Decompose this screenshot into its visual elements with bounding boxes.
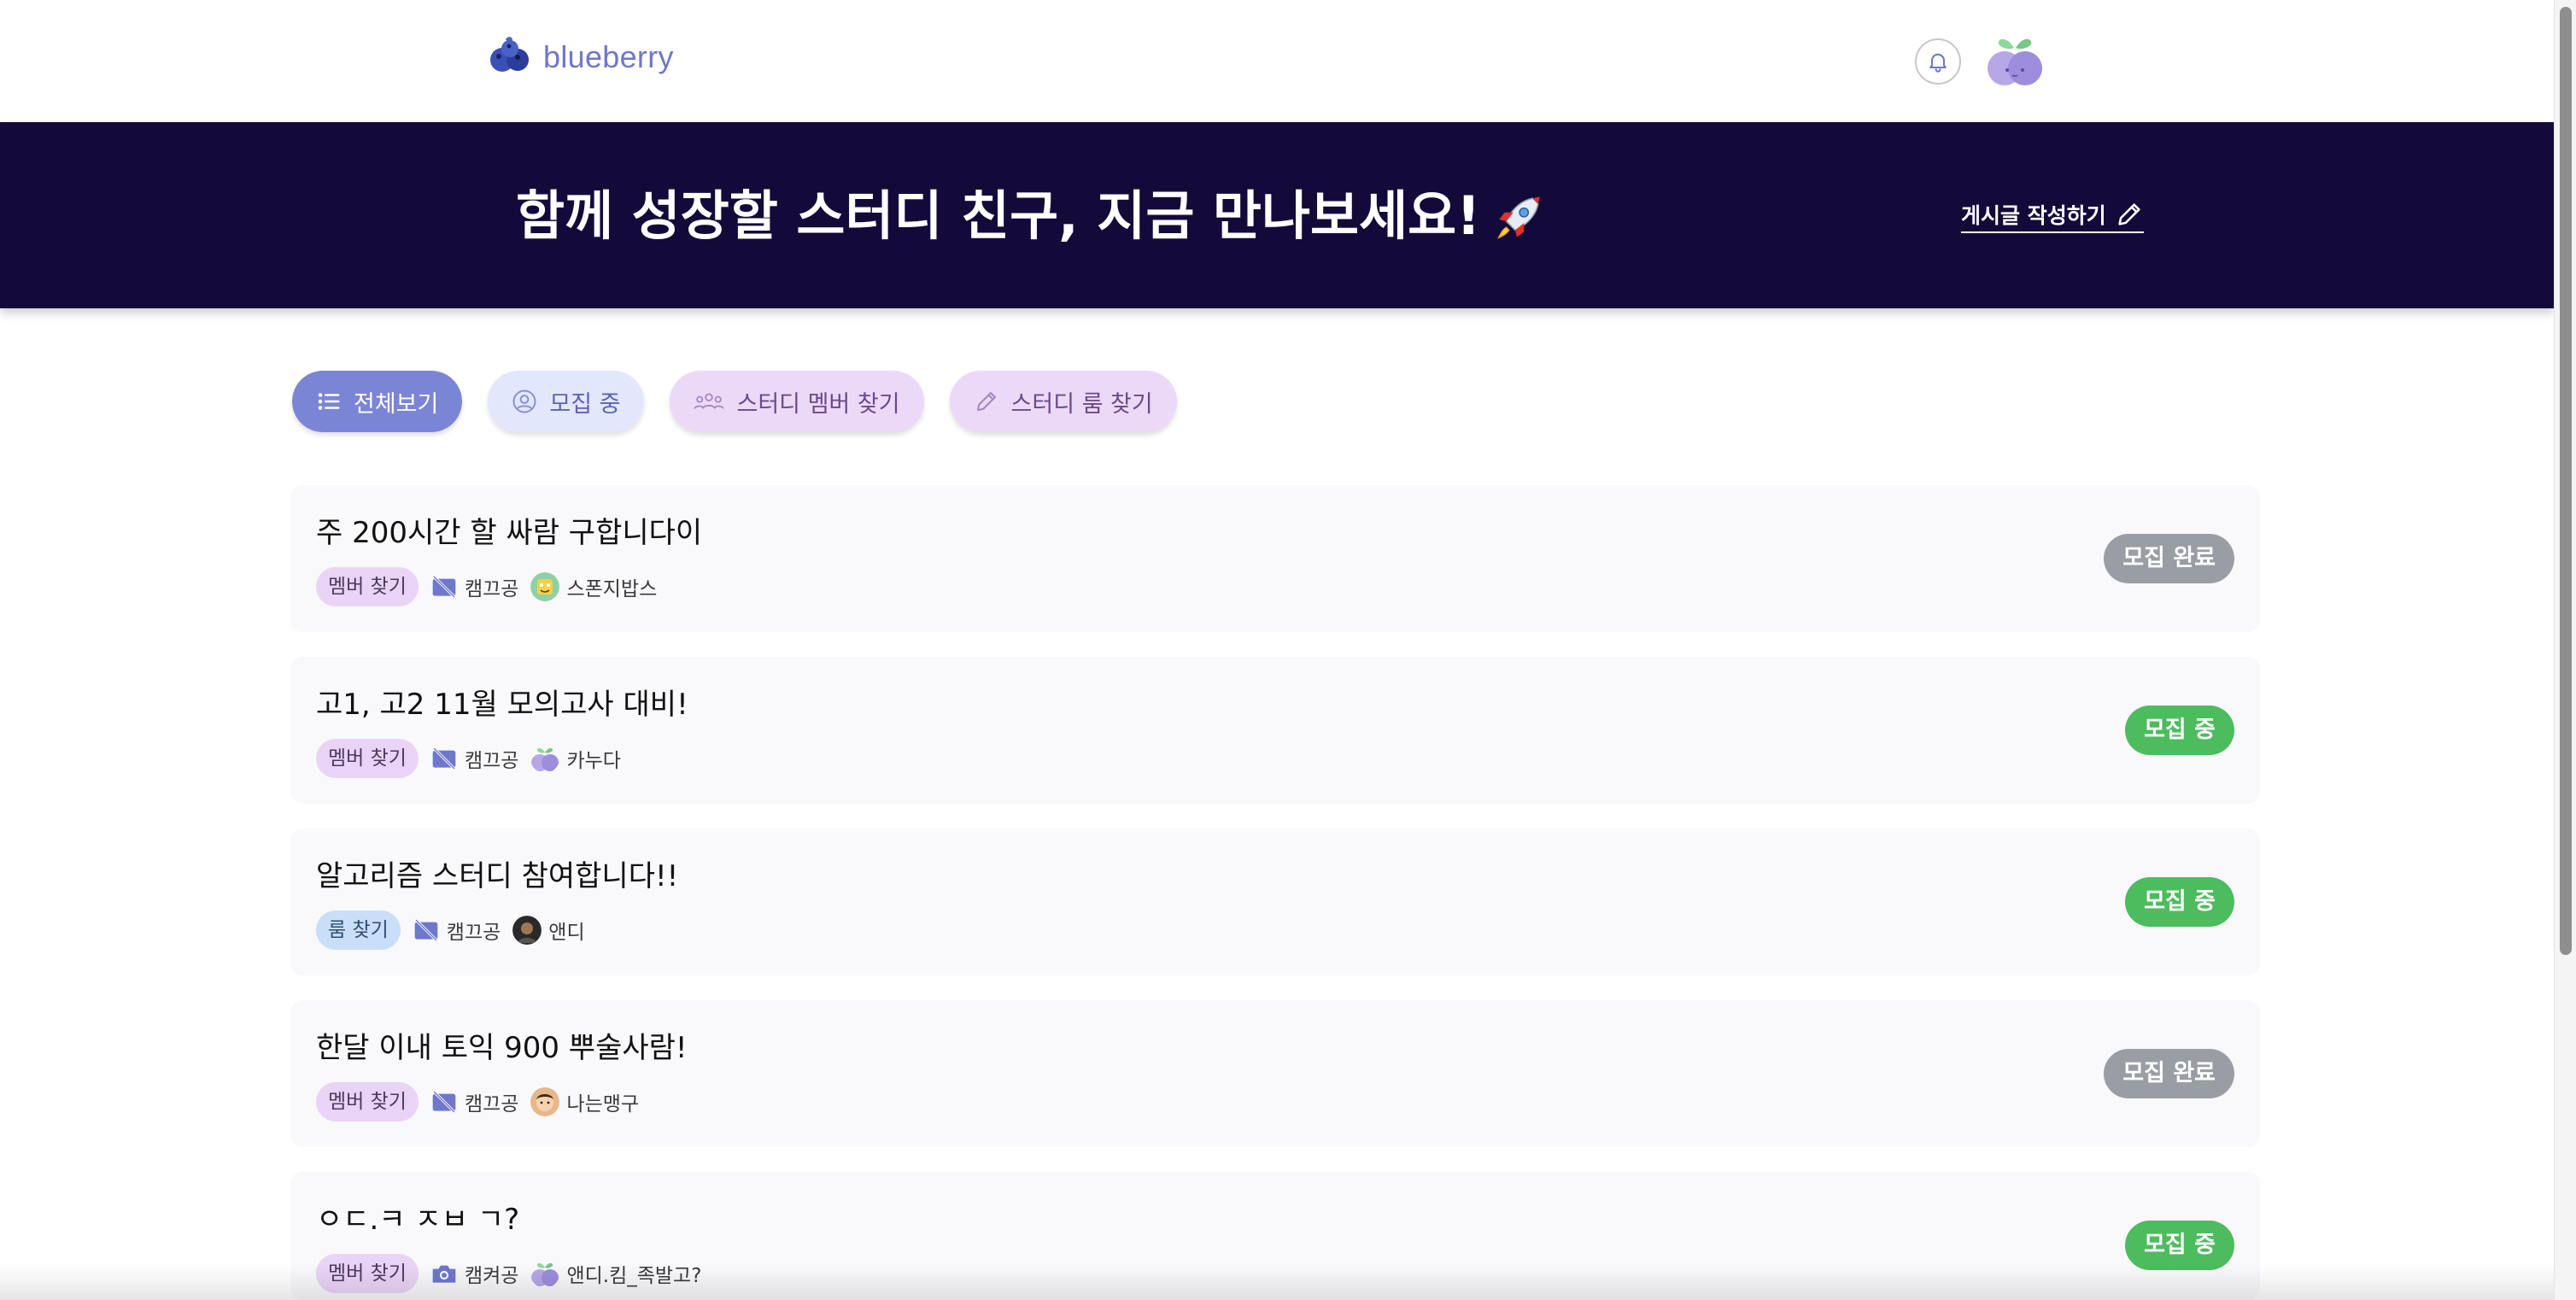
post-type-tag: 룸 찾기 [316,911,401,950]
study-mode-label: 캠끄공 [464,578,519,600]
scrollbar-thumb[interactable] [2560,7,2572,955]
study-mode: 캠끄공 [430,572,518,601]
status-badge: 모집 완료 [2104,534,2234,583]
post-card[interactable]: 알고리즘 스터디 참여합니다!! 룸 찾기 캠끄공 앤디 모집 중 [290,829,2260,975]
filter-all-label: 전체보기 [354,390,439,418]
write-post-link[interactable]: 게시글 작성하기 [1961,199,2144,233]
post-type-tag: 멤버 찾기 [316,567,419,606]
camera-icon [432,1265,456,1283]
post-title: 알고리즘 스터디 참여합니다!! [316,859,679,893]
pencil-icon [2118,203,2140,225]
post-type-tag: 멤버 찾기 [316,1082,419,1121]
author-avatar [512,916,542,945]
post-card[interactable]: ㅇㄷ.ㅋ ㅈㅂ ㄱ? 멤버 찾기 캠켜공 앤디.킴_족발고? 모집 중 [290,1172,2260,1300]
author-name: 카누다 [566,750,621,772]
post-title: 한달 이내 토익 900 뿌술사람! [316,1031,688,1065]
post-meta: 룸 찾기 캠끄공 앤디 [316,911,585,950]
status-badge: 모집 중 [2125,1221,2234,1270]
author-avatar [531,1262,559,1286]
author-avatar [530,572,560,601]
author-name: 스폰지밥스 [566,578,658,600]
top-header: blueberry [0,0,2554,122]
write-post-label: 게시글 작성하기 [1961,203,2106,228]
study-mode-label: 캠켜공 [464,1265,519,1287]
post-title: 고1, 고2 11월 모의고사 대비! [316,688,688,722]
post-title: ㅇㄷ.ㅋ ㅈㅂ ㄱ? [316,1203,520,1237]
study-mode-label: 캠끄공 [446,922,501,944]
hero-title-text: 함께 성장할 스터디 친구, 지금 만나보세요! [516,184,1481,247]
rocket-icon [1497,196,1541,239]
blueberry-logo-icon [490,37,529,72]
author-avatar [531,747,559,771]
profile-avatar-button[interactable] [1985,32,2045,91]
filter-all-chip[interactable]: 전체보기 [292,371,463,432]
hero-banner: 함께 성장할 스터디 친구, 지금 만나보세요! 게시글 작성하기 [0,122,2554,308]
camera-off-icon [414,918,438,942]
page-scrollbar[interactable] [2554,0,2576,1300]
camera-off-icon [432,747,456,770]
brand-name: blueberry [543,39,674,74]
filter-recruiting-chip[interactable]: 모집 중 [488,371,645,432]
study-mode: 캠끄공 [430,744,518,773]
people-icon [694,393,725,409]
camera-off-icon [432,1090,456,1114]
post-type-tag: 멤버 찾기 [316,1254,419,1293]
post-card[interactable]: 주 200시간 할 싸람 구합니다이 멤버 찾기 캠끄공 스폰지밥스 모집 완료 [290,485,2260,632]
filter-recruiting-label: 모집 중 [549,390,621,418]
status-badge: 모집 중 [2125,706,2234,755]
post-card[interactable]: 고1, 고2 11월 모의고사 대비! 멤버 찾기 캠끄공 카누다 모집 중 [290,657,2260,804]
post-meta: 멤버 찾기 캠끄공 스폰지밥스 [316,567,657,606]
filter-bar: 전체보기 모집 중 스터디 멤버 찾기 스터디 룸 찾기 [292,371,1177,432]
user-circle-icon [512,389,536,413]
filter-room-chip[interactable]: 스터디 룸 찾기 [949,371,1177,432]
status-badge: 모집 중 [2125,877,2234,927]
post-meta: 멤버 찾기 캠끄공 나는맹구 [316,1082,639,1121]
post-author[interactable]: 나는맹구 [530,1087,639,1116]
bell-icon [1929,53,1947,73]
filter-room-label: 스터디 룸 찾기 [1010,390,1153,418]
author-name: 앤디.킴_족발고? [566,1265,702,1287]
filter-member-label: 스터디 멤버 찾기 [736,390,900,418]
post-title: 주 200시간 할 싸람 구합니다이 [316,516,703,550]
camera-off-icon [432,575,456,599]
list-icon [318,393,340,410]
study-mode-label: 캠끄공 [464,1093,519,1116]
author-name: 앤디 [548,922,585,944]
pencil-icon [976,392,996,411]
notifications-button[interactable] [1915,38,1961,85]
post-author[interactable]: 스폰지밥스 [530,572,657,601]
post-meta: 멤버 찾기 캠켜공 앤디.킴_족발고? [316,1254,701,1293]
filter-member-chip[interactable]: 스터디 멤버 찾기 [670,371,924,432]
post-author[interactable]: 카누다 [530,744,621,773]
post-card[interactable]: 한달 이내 토익 900 뿌술사람! 멤버 찾기 캠끄공 나는맹구 모집 완료 [290,1000,2260,1147]
study-mode: 캠끄공 [430,1087,518,1116]
hero-title: 함께 성장할 스터디 친구, 지금 만나보세요! [516,184,1545,249]
study-mode-label: 캠끄공 [464,750,519,772]
brand-logo[interactable]: blueberry [487,34,674,80]
post-author[interactable]: 앤디 [512,916,585,945]
study-mode: 캠끄공 [413,916,501,945]
post-type-tag: 멤버 찾기 [316,739,419,778]
author-name: 나는맹구 [566,1093,640,1116]
study-mode: 캠켜공 [430,1259,518,1288]
author-avatar [530,1087,560,1116]
status-badge: 모집 완료 [2104,1049,2234,1098]
post-meta: 멤버 찾기 캠끄공 카누다 [316,739,621,778]
post-author[interactable]: 앤디.킴_족발고? [530,1259,701,1288]
